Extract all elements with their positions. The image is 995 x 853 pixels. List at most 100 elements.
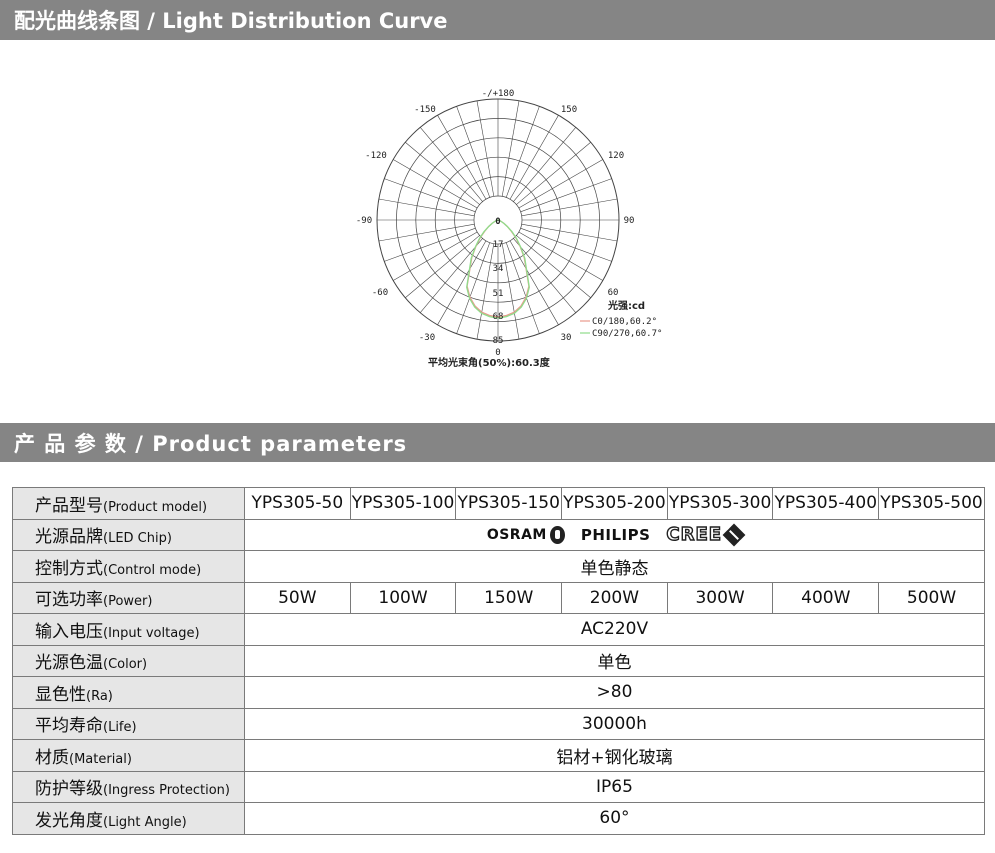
polar-grid-spoke (520, 178, 612, 213)
param-value-cell: YPS305-100 (349, 487, 457, 520)
section-title: 产 品 参 数 / Product parameters (14, 431, 408, 456)
param-label: 材质(Material) (12, 739, 245, 772)
polar-grid-spoke (456, 106, 491, 198)
cree-diamond-icon (722, 523, 746, 547)
angle-label-n120: -120 (365, 151, 387, 161)
param-label-cn: 材质 (35, 747, 69, 768)
angle-label-p30: 30 (561, 333, 572, 343)
param-label-en: (Ingress Protection) (103, 783, 230, 799)
polar-grid-spoke (405, 235, 480, 299)
param-value-cell: 500W (878, 581, 985, 614)
beam-angle-note: 平均光束角(50%):60.3度 (428, 356, 551, 369)
param-label: 平均寿命(Life) (12, 707, 245, 740)
table-row: 光源色温(Color) 单色 (12, 644, 985, 677)
polar-grid-spoke (501, 243, 520, 340)
table-row: 防护等级(Ingress Protection) IP65 (12, 770, 985, 803)
bottom-angle-label: 0 (495, 348, 500, 358)
param-label: 产品型号(Product model) (12, 487, 245, 520)
param-value-cell: 150W (455, 581, 563, 614)
param-value-cell: 400W (772, 581, 880, 614)
product-parameters-table: 产品型号(Product model) YPS305-50 YPS305-100 YP… (12, 487, 985, 835)
param-value-cell: YPS305-400 (772, 487, 880, 520)
polar-grid-spoke (419, 238, 483, 313)
param-label-cn: 可选功率 (35, 590, 103, 611)
param-value-cell: YPS305-50 (244, 487, 351, 520)
osram-logo-text: OSRAM (486, 526, 547, 543)
polar-grid-spoke (384, 178, 476, 213)
param-label-cn: 输入电压 (35, 621, 103, 642)
table-row: 输入电压(Input voltage) AC220V (12, 613, 985, 646)
param-value-cell: YPS305-200 (561, 487, 668, 520)
table-row: 可选功率(Power) 50W 100W 150W 200W 300W 400W 500W (12, 581, 985, 614)
param-value-cell: 单色 (244, 644, 985, 677)
angle-label-n90: -90 (356, 216, 372, 226)
param-value-cell: 单色静态 (244, 550, 985, 583)
param-label-en: (Color) (103, 657, 148, 673)
polar-grid-spoke (521, 198, 618, 217)
angle-label-n30: -30 (419, 333, 435, 343)
param-value-cell: 300W (666, 581, 774, 614)
polar-light-distribution-chart: -/+180 -150 150 -120 120 -90 90 -60 60 -… (356, 89, 663, 369)
angle-label-p150: 150 (561, 105, 577, 115)
param-label: 防护等级(Ingress Protection) (12, 770, 245, 803)
radial-tick-51: 51 (493, 289, 504, 299)
table-row: 材质(Material) 铝材+钢化玻璃 (12, 739, 985, 772)
radial-tick-68: 68 (493, 312, 504, 322)
table-row: 光源品牌(LED Chip) OSRAM PHILIPS CREE (12, 518, 985, 551)
polar-grid-spoke (505, 106, 540, 198)
table-row: 发光角度(Light Angle) 60° (12, 802, 985, 835)
polar-grid-spoke (521, 223, 618, 242)
param-label-cn: 发光角度 (35, 810, 103, 831)
param-label: 发光角度(Light Angle) (12, 802, 245, 835)
param-value-cell: >80 (244, 676, 985, 709)
brand-logos: OSRAM PHILIPS CREE (245, 523, 984, 547)
param-label-cn: 光源品牌 (35, 527, 103, 548)
polar-grid-spoke (516, 235, 591, 299)
param-label-en: (Input voltage) (103, 625, 200, 641)
parameters-table-body: 产品型号(Product model) YPS305-50 YPS305-100 YP… (12, 487, 985, 835)
param-label: 输入电压(Input voltage) (12, 613, 245, 646)
osram-logo: OSRAM (486, 525, 565, 544)
param-label-cn: 控制方式 (35, 558, 103, 579)
polar-grid-spoke (405, 141, 480, 205)
polar-grid-spoke (378, 223, 475, 242)
param-label-en: (Light Angle) (103, 814, 187, 830)
param-value-cell: 30000h (244, 707, 985, 740)
param-label-en: (Product model) (103, 499, 208, 515)
polar-grid-spoke (476, 243, 495, 340)
philips-logo: PHILIPS (580, 525, 651, 544)
polar-grid-spoke (476, 100, 495, 197)
cree-logo: CREE (666, 523, 746, 547)
param-label: 光源品牌(LED Chip) (12, 518, 245, 551)
osram-bulb-icon (549, 525, 565, 544)
radial-tick-17: 17 (493, 240, 504, 250)
polar-grid-spoke (513, 127, 577, 202)
param-label: 光源色温(Color) (12, 644, 245, 677)
param-value-cell: YPS305-500 (878, 487, 985, 520)
param-label-en: (Ra) (86, 688, 113, 704)
polar-grid-spoke (456, 242, 491, 334)
param-value-cell: 60° (244, 802, 985, 835)
polar-grid-spoke (384, 227, 476, 262)
polar-grid-spoke (378, 198, 475, 217)
radial-tick-34: 34 (493, 264, 504, 274)
param-value-cell: 100W (349, 581, 457, 614)
polar-grid-spoke (513, 238, 577, 313)
polar-grid-spoke (501, 100, 520, 197)
angle-label-n150: -150 (414, 105, 436, 115)
param-label-en: (Control mode) (103, 562, 202, 578)
section-header-product-parameters: 产 品 参 数 / Product parameters (0, 423, 995, 462)
param-value-cell: IP65 (244, 770, 985, 803)
polar-grid-spoke (419, 127, 483, 202)
param-value-cell: AC220V (244, 613, 985, 646)
legend-label-c90: C90/270,60.7° (592, 329, 662, 339)
param-value-cell: 200W (561, 581, 668, 614)
param-label: 可选功率(Power) (12, 581, 245, 614)
param-label-cn: 显色性 (35, 684, 86, 705)
angle-label-p60: 60 (608, 288, 619, 298)
param-label-en: (Power) (103, 594, 153, 610)
radial-tick-85: 85 (493, 336, 504, 346)
legend-label-c0: C0/180,60.2° (592, 317, 657, 327)
unit-label: 光强:cd (607, 299, 645, 312)
polar-grid-spoke (520, 227, 612, 262)
